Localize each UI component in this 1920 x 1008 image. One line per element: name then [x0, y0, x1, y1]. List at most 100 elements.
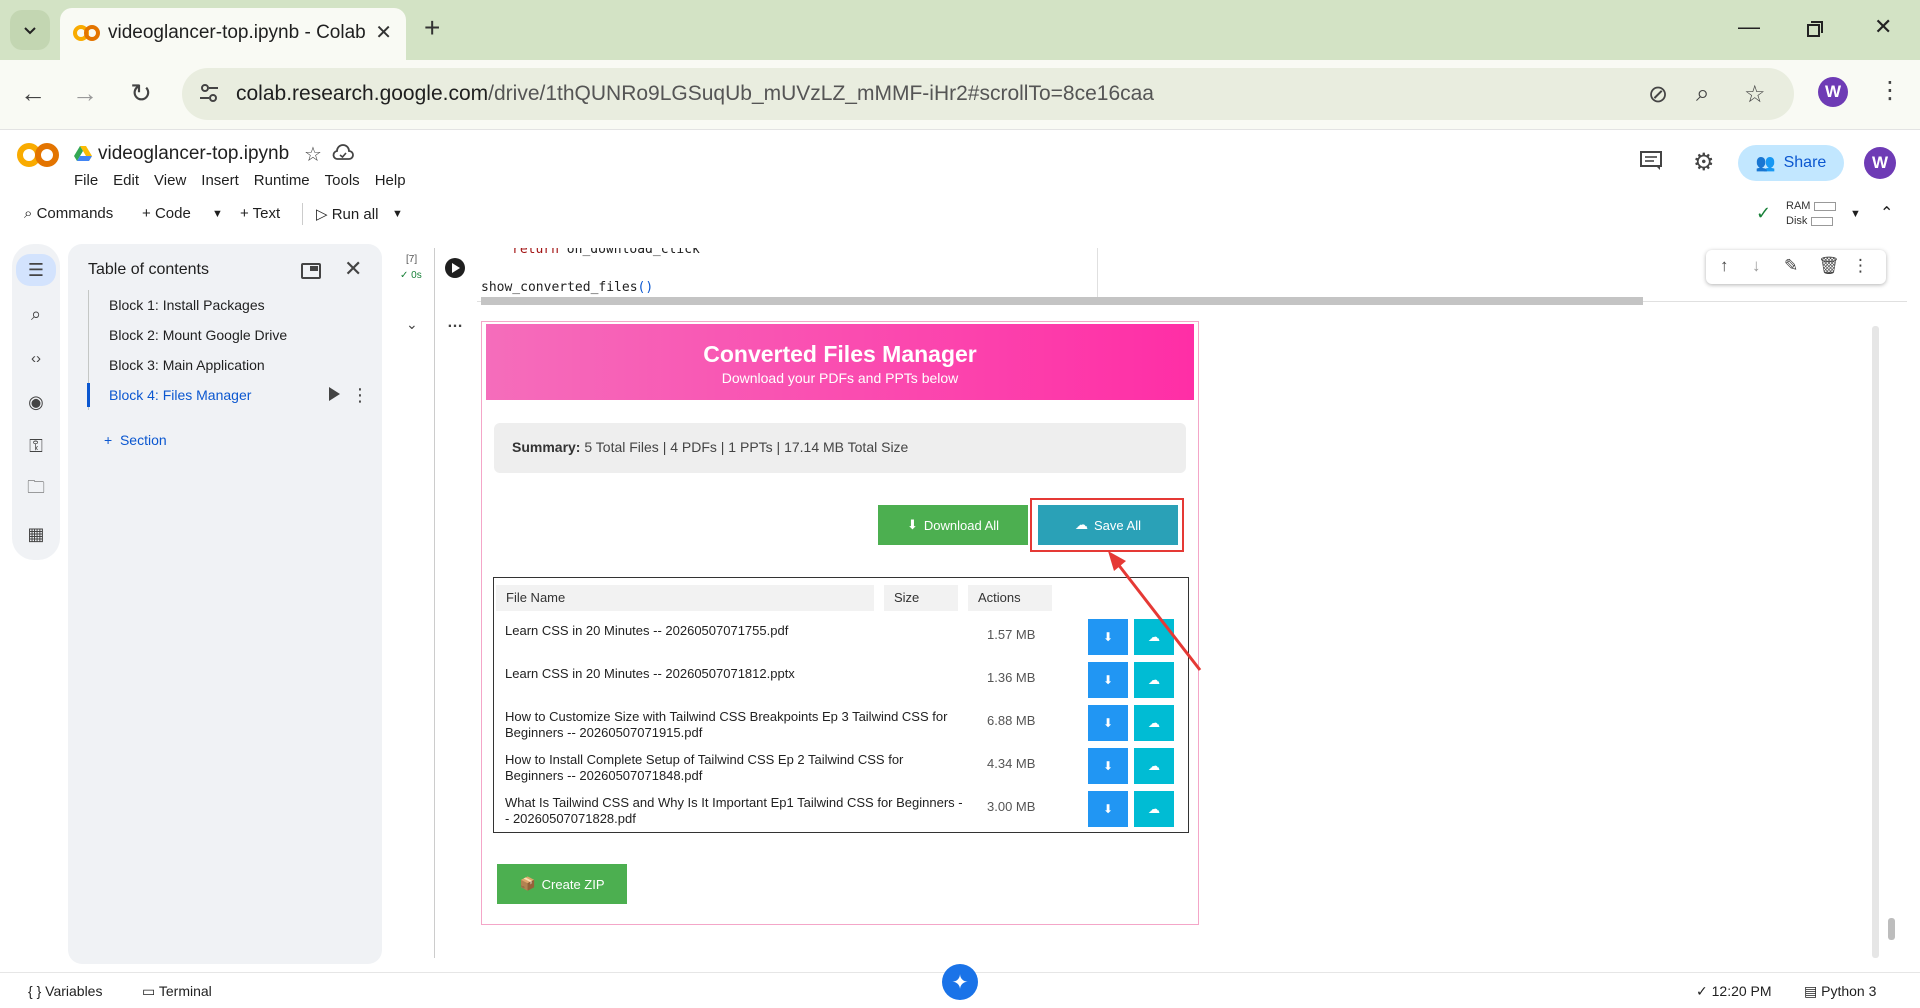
add-text-button[interactable]: + Text	[240, 205, 280, 222]
zoom-icon[interactable]: ⌕	[1696, 80, 1709, 108]
cloud-icon: ☁	[1148, 716, 1160, 730]
comment-icon[interactable]	[1640, 151, 1662, 171]
run-all-button[interactable]: ▷ Run all	[316, 205, 378, 223]
create-zip-label: Create ZIP	[541, 876, 605, 892]
run-cell-button[interactable]	[445, 258, 465, 278]
widget-header: Converted Files Manager Download your PD…	[486, 324, 1194, 400]
find-replace-icon[interactable]: ⌕	[22, 300, 50, 328]
row-save-button[interactable]: ☁	[1134, 748, 1174, 784]
file-size: 1.57 MB	[987, 627, 1036, 642]
variables-button[interactable]: { } Variables	[28, 983, 102, 999]
run-all-dropdown-icon[interactable]: ▼	[392, 208, 403, 220]
gear-icon[interactable]: ⚙	[1693, 148, 1715, 177]
menu-edit[interactable]: Edit	[113, 172, 139, 189]
files-table: File Name Size Actions Learn CSS in 20 M…	[493, 577, 1189, 833]
files-folder-icon[interactable]: 🗀	[22, 476, 50, 504]
variables-eye-icon[interactable]: ◉	[22, 388, 50, 416]
move-down-icon[interactable]: ↓	[1752, 256, 1761, 276]
run-section-icon[interactable]	[329, 387, 340, 401]
notebook-scrollbar[interactable]	[1872, 326, 1879, 958]
cloud-saved-icon[interactable]	[332, 144, 354, 162]
menu-help[interactable]: Help	[375, 172, 406, 189]
colab-profile-avatar[interactable]: W	[1864, 147, 1896, 179]
runtime-indicator[interactable]: ▤ Python 3	[1804, 983, 1876, 1000]
row-download-button[interactable]: ⬇	[1088, 791, 1128, 827]
add-section-button[interactable]: + Section	[104, 432, 167, 448]
resources-dropdown-icon[interactable]: ▼	[1850, 208, 1861, 220]
browser-menu-icon[interactable]: ⋮	[1878, 76, 1902, 105]
share-button[interactable]: 👥 Share	[1738, 145, 1844, 181]
window-close-icon[interactable]: ✕	[1874, 14, 1892, 40]
toc-item-block-2[interactable]: Block 2: Mount Google Drive	[89, 320, 372, 350]
save-all-button[interactable]: ☁ Save All	[1038, 505, 1178, 545]
row-download-button[interactable]: ⬇	[1088, 705, 1128, 741]
star-icon[interactable]: ☆	[304, 142, 322, 167]
notebook-toolbar: ⌕ Commands + Code ▼ + Text ▷ Run all ▼ ✓…	[0, 195, 1920, 233]
resource-monitor[interactable]: RAM Disk	[1786, 199, 1837, 229]
menu-runtime[interactable]: Runtime	[254, 172, 310, 189]
minimize-icon[interactable]: —	[1738, 14, 1760, 40]
reload-icon[interactable]: ↻	[124, 78, 158, 109]
colab-logo-icon[interactable]	[16, 141, 60, 169]
toc-item-block-1[interactable]: Block 1: Install Packages	[89, 290, 372, 320]
commands-button[interactable]: ⌕ Commands	[24, 205, 113, 222]
row-save-button[interactable]: ☁	[1134, 791, 1174, 827]
back-arrow-icon[interactable]: ←	[16, 78, 50, 109]
site-info-icon[interactable]	[198, 82, 220, 104]
popout-icon[interactable]	[301, 263, 321, 279]
close-icon[interactable]: ✕	[375, 20, 392, 45]
data-table-icon[interactable]: ▦	[22, 520, 50, 548]
menu-file[interactable]: File	[74, 172, 98, 189]
collapse-output-icon[interactable]: ⌄	[406, 316, 418, 333]
notebook-scroll-thumb[interactable]	[1888, 918, 1895, 940]
delete-icon[interactable]: 🗑	[1818, 256, 1840, 276]
forward-arrow-icon[interactable]: →	[68, 78, 102, 109]
colab-header: videoglancer-top.ipynb ☆ File Edit View …	[0, 131, 1920, 195]
row-save-button[interactable]: ☁	[1134, 705, 1174, 741]
menu-view[interactable]: View	[154, 172, 186, 189]
gemini-sparkle-button[interactable]: ✦	[942, 964, 978, 1000]
new-tab-button[interactable]: +	[424, 14, 440, 42]
toc-list: Block 1: Install Packages Block 2: Mount…	[87, 290, 372, 410]
menu-tools[interactable]: Tools	[325, 172, 360, 189]
connected-check-icon[interactable]: ✓	[1756, 203, 1771, 224]
code-horizontal-scrollbar[interactable]	[481, 297, 1643, 305]
execution-status[interactable]: ✓ 12:20 PM	[1696, 983, 1772, 1000]
create-zip-button[interactable]: 📦 Create ZIP	[497, 864, 627, 904]
code-dropdown-icon[interactable]: ▼	[212, 208, 223, 220]
code-snippets-icon[interactable]: ‹›	[22, 344, 50, 372]
notebook-title[interactable]: videoglancer-top.ipynb	[98, 143, 289, 165]
bookmark-star-icon[interactable]: ☆	[1744, 80, 1766, 109]
tab-search-button[interactable]	[10, 10, 50, 50]
row-download-button[interactable]: ⬇	[1088, 748, 1128, 784]
toc-item-block-3[interactable]: Block 3: Main Application	[89, 350, 372, 380]
file-name: Learn CSS in 20 Minutes -- 2026050707175…	[505, 623, 789, 638]
no-tracking-eye-icon[interactable]: ⊘	[1648, 80, 1668, 109]
browser-tab-active[interactable]: videoglancer-top.ipynb - Colab ✕	[60, 8, 406, 60]
cell-toolbar: ↑ ↓ ✎ 🗑 ⋮	[1706, 250, 1886, 284]
download-icon: ⬇	[1102, 673, 1114, 687]
check-icon: ✓	[1696, 983, 1708, 999]
close-icon[interactable]: ✕	[344, 256, 362, 282]
output-menu-icon[interactable]: …	[447, 314, 463, 332]
url-text[interactable]: colab.research.google.com/drive/1thQUNRo…	[236, 82, 1154, 106]
table-of-contents-icon[interactable]: ☰	[16, 254, 56, 286]
omnibox[interactable]: colab.research.google.com/drive/1thQUNRo…	[182, 68, 1794, 120]
menu-insert[interactable]: Insert	[201, 172, 239, 189]
more-vert-icon[interactable]: ⋮	[351, 380, 369, 410]
restore-icon[interactable]	[1806, 20, 1824, 38]
code-parens: ()	[637, 280, 654, 295]
code-editor[interactable]: return on_download_click show_converted_…	[477, 248, 1907, 302]
secrets-key-icon[interactable]: ⚿	[22, 432, 50, 460]
column-header-size: Size	[884, 585, 958, 611]
terminal-button[interactable]: ▭ Terminal	[142, 983, 212, 1000]
collapse-header-icon[interactable]: ⌃	[1880, 203, 1893, 223]
add-code-button[interactable]: + Code	[142, 205, 191, 222]
file-name: How to Install Complete Setup of Tailwin…	[505, 752, 904, 783]
more-vert-icon[interactable]: ⋮	[1852, 256, 1869, 276]
edit-pencil-icon[interactable]: ✎	[1784, 256, 1798, 276]
download-all-button[interactable]: ⬇ Download All	[878, 505, 1028, 545]
toc-item-block-4[interactable]: Block 4: Files Manager ⋮	[87, 380, 372, 410]
move-up-icon[interactable]: ↑	[1720, 256, 1729, 276]
browser-profile-avatar[interactable]: W	[1818, 77, 1848, 107]
